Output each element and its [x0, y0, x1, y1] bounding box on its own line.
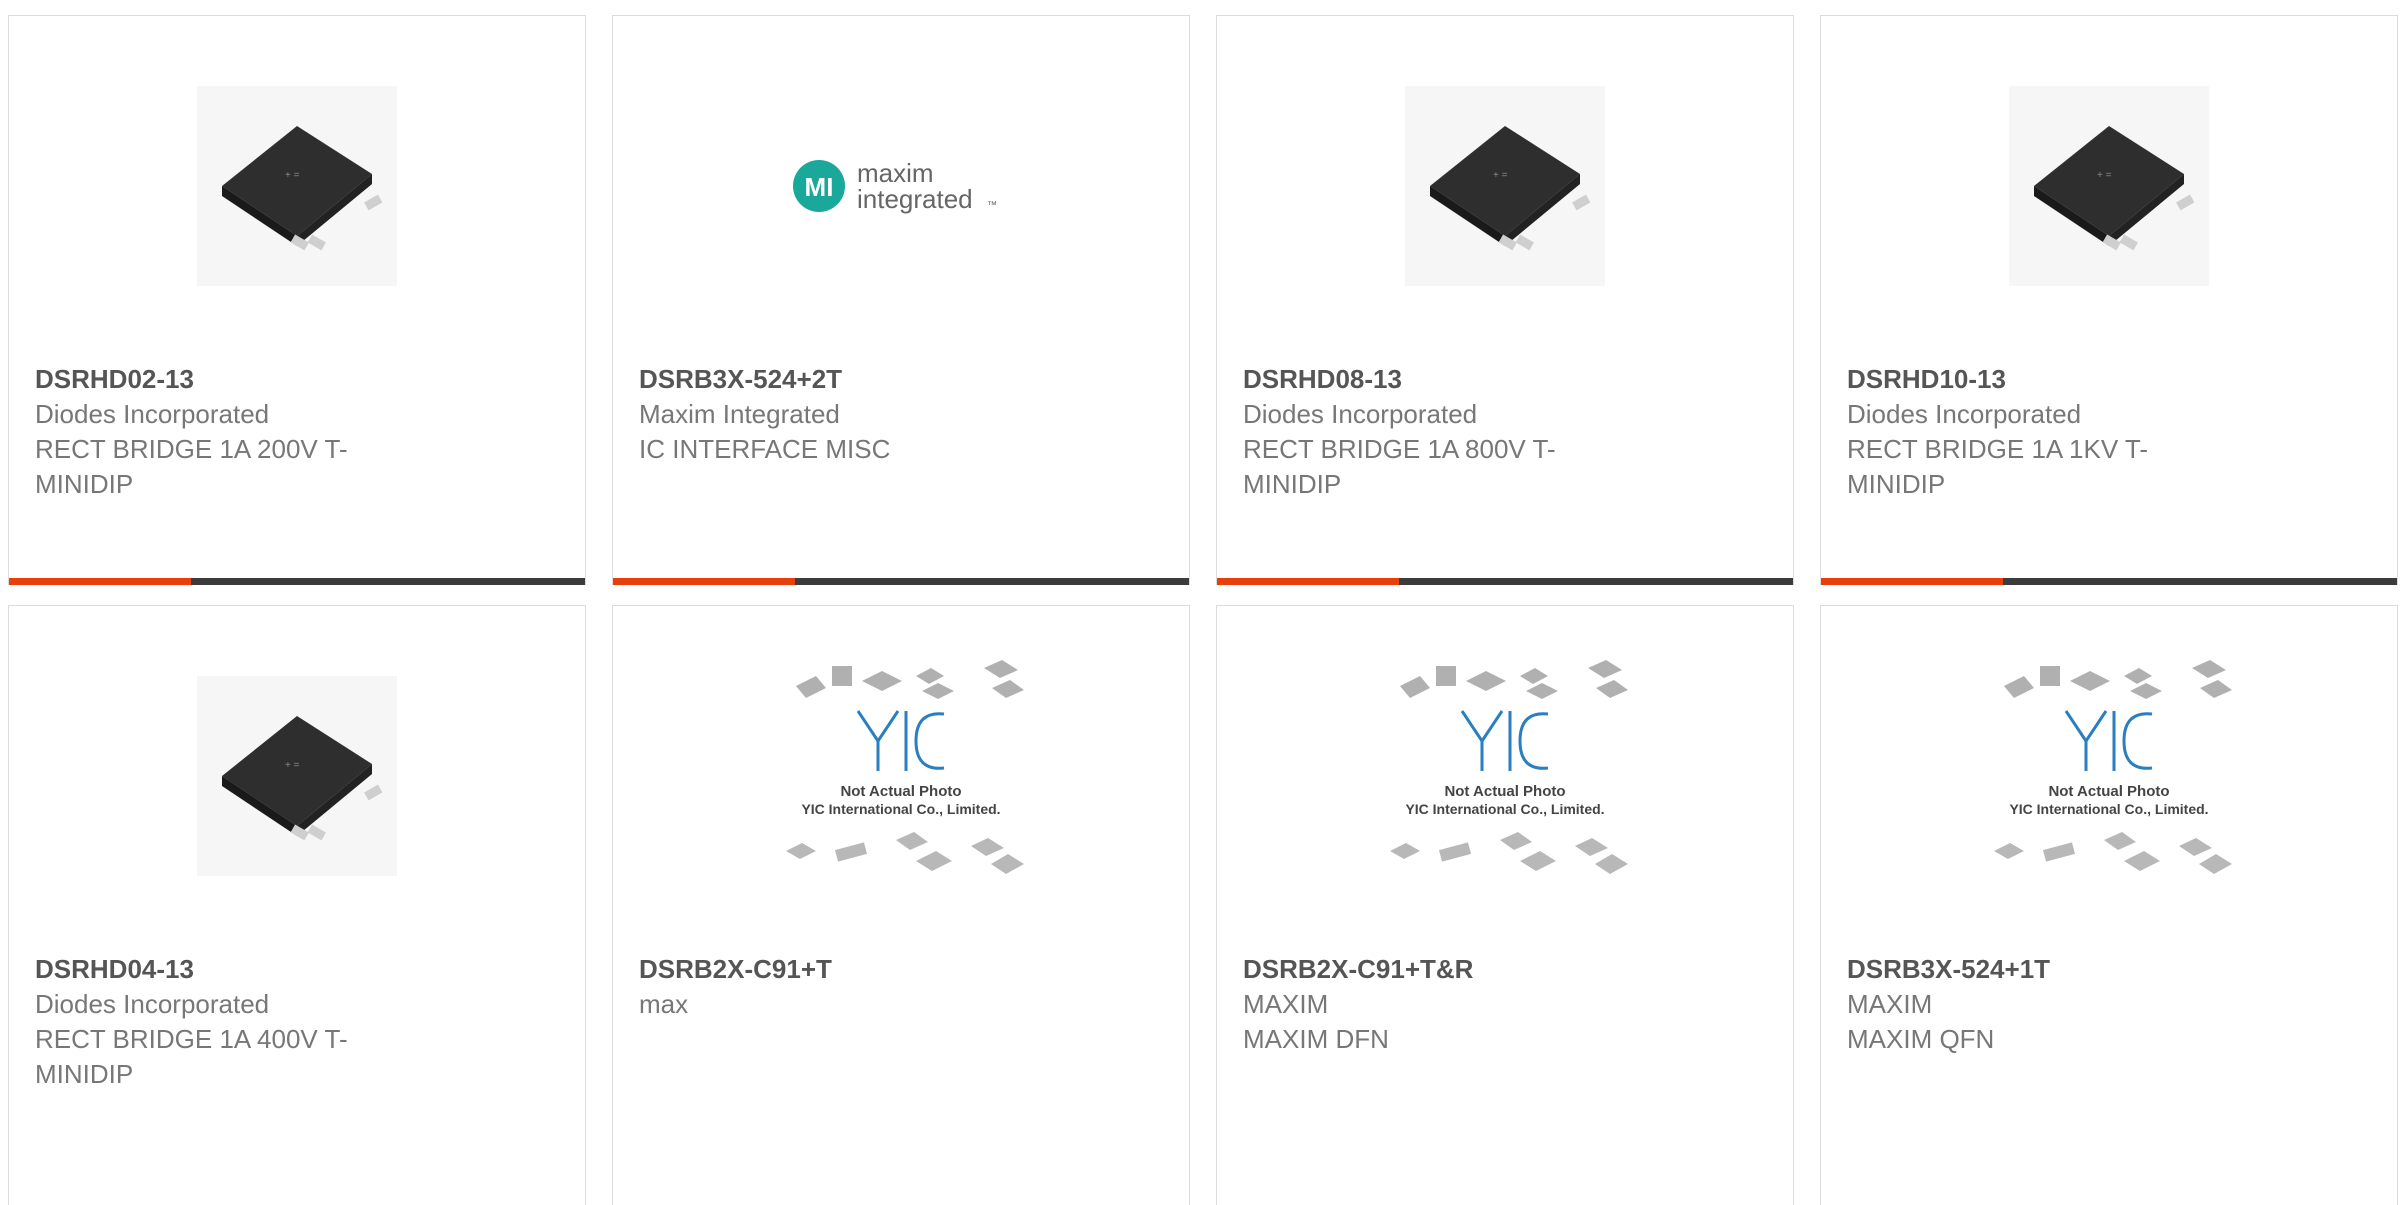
placeholder-line2: YIC International Co., Limited.	[2009, 801, 2208, 817]
manufacturer: MAXIM	[1847, 989, 1933, 1019]
part-number[interactable]: DSRHD04-13	[35, 951, 395, 987]
product-card[interactable]: Not Actual Photo YIC International Co., …	[1216, 605, 1794, 1205]
product-image[interactable]: Not Actual Photo YIC International Co., …	[613, 660, 1189, 886]
svg-text:+ =: + =	[2097, 170, 2112, 181]
product-image[interactable]: + =	[1821, 76, 2397, 296]
card-bar	[613, 578, 1189, 585]
product-card[interactable]: Not Actual Photo YIC International Co., …	[612, 605, 1190, 1205]
product-image[interactable]: MI maxim integrated ™	[613, 76, 1189, 296]
logo-tm: ™	[987, 200, 997, 211]
product-card[interactable]: + = DSRHD08-13 Diodes Incorporated RECT …	[1216, 15, 1794, 585]
description: MAXIM QFN	[1847, 1024, 1995, 1054]
placeholder-line1: Not Actual Photo	[1444, 783, 1565, 800]
manufacturer: Maxim Integrated	[639, 399, 840, 429]
svg-text:MI: MI	[805, 172, 834, 202]
card-bar-accent	[1821, 578, 2003, 585]
part-number[interactable]: DSRB2X-C91+T&R	[1243, 951, 1603, 987]
part-number[interactable]: DSRHD02-13	[35, 361, 395, 397]
product-grid: + = DSRHD02-13 Diodes Incorporated RECT …	[0, 0, 2400, 1205]
manufacturer: Diodes Incorporated	[1847, 399, 2082, 429]
product-card[interactable]: Not Actual Photo YIC International Co., …	[1820, 605, 2398, 1205]
description: MAXIM DFN	[1243, 1024, 1389, 1054]
svg-text:+ =: + =	[1493, 170, 1508, 181]
manufacturer: Diodes Incorporated	[1243, 399, 1478, 429]
product-image[interactable]: + =	[1217, 76, 1793, 296]
manufacturer: Diodes Incorporated	[35, 399, 270, 429]
product-image[interactable]: + =	[9, 76, 585, 296]
yic-placeholder-icon: Not Actual Photo YIC International Co., …	[1994, 660, 2232, 874]
description: RECT BRIDGE 1A 400V T-MINIDIP	[35, 1024, 348, 1089]
product-image[interactable]: Not Actual Photo YIC International Co., …	[1821, 660, 2397, 886]
bridge-rectifier-chip-icon: + =	[197, 86, 397, 286]
bridge-rectifier-chip-icon: + =	[1405, 86, 1605, 286]
placeholder-line1: Not Actual Photo	[2048, 783, 2169, 800]
yic-placeholder-icon: Not Actual Photo YIC International Co., …	[786, 660, 1024, 874]
svg-text:+ =: + =	[285, 170, 300, 181]
yic-placeholder-icon: Not Actual Photo YIC International Co., …	[1390, 660, 1628, 874]
card-bar-accent	[9, 578, 191, 585]
bridge-rectifier-chip-icon: + =	[2009, 86, 2209, 286]
maxim-integrated-logo-icon: MI maxim integrated ™	[793, 158, 997, 214]
card-bar	[9, 578, 585, 585]
placeholder-line2: YIC International Co., Limited.	[801, 801, 1000, 817]
product-image[interactable]: + =	[9, 666, 585, 886]
svg-text:+ =: + =	[285, 760, 300, 771]
description: RECT BRIDGE 1A 800V T-MINIDIP	[1243, 434, 1556, 499]
part-number[interactable]: DSRB2X-C91+T	[639, 951, 999, 987]
card-bar-accent	[1217, 578, 1399, 585]
manufacturer: Diodes Incorporated	[35, 989, 270, 1019]
manufacturer: MAXIM	[1243, 989, 1329, 1019]
product-card[interactable]: + = DSRHD02-13 Diodes Incorporated RECT …	[8, 15, 586, 585]
placeholder-line2: YIC International Co., Limited.	[1405, 801, 1604, 817]
product-image[interactable]: Not Actual Photo YIC International Co., …	[1217, 660, 1793, 886]
part-number[interactable]: DSRB3X-524+2T	[639, 361, 999, 397]
product-card[interactable]: + = DSRHD10-13 Diodes Incorporated RECT …	[1820, 15, 2398, 585]
card-bar	[1217, 578, 1793, 585]
part-number[interactable]: DSRHD10-13	[1847, 361, 2207, 397]
logo-line2: integrated	[857, 184, 973, 214]
description: IC INTERFACE MISC	[639, 434, 891, 464]
description: RECT BRIDGE 1A 1KV T-MINIDIP	[1847, 434, 2149, 499]
bridge-rectifier-chip-icon: + =	[197, 676, 397, 876]
placeholder-line1: Not Actual Photo	[840, 783, 961, 800]
part-number[interactable]: DSRHD08-13	[1243, 361, 1603, 397]
description: RECT BRIDGE 1A 200V T-MINIDIP	[35, 434, 348, 499]
product-card[interactable]: + = DSRHD04-13 Diodes Incorporated RECT …	[8, 605, 586, 1205]
product-card[interactable]: MI maxim integrated ™ DSRB3X-524+2T Maxi…	[612, 15, 1190, 585]
card-bar-accent	[613, 578, 795, 585]
card-bar	[1821, 578, 2397, 585]
manufacturer: max	[639, 989, 689, 1019]
part-number[interactable]: DSRB3X-524+1T	[1847, 951, 2207, 987]
